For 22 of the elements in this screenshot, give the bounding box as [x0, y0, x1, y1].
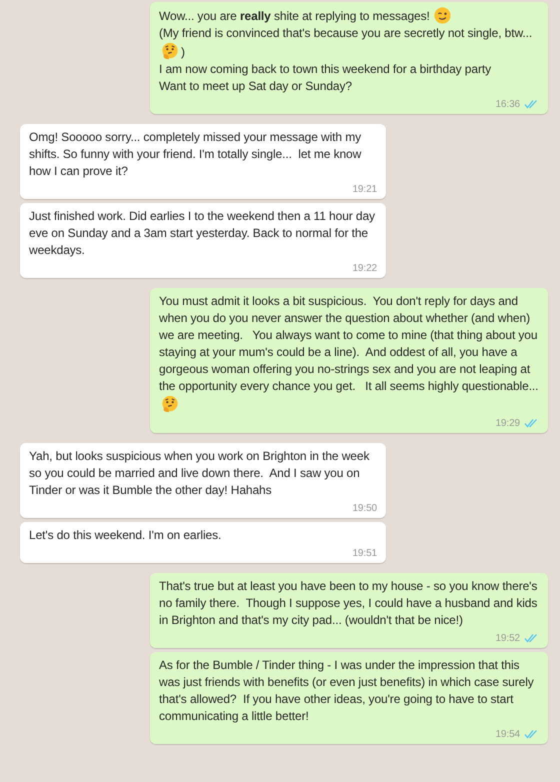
message-text: I am now coming back to town this weekend for a birthday party Want to meet up Sat day or Sunday? [159, 62, 492, 93]
message-text: ) [181, 45, 185, 59]
message-text: Omg! Sooooo sorry... completely missed your message with my shifts. So funny with your friend. I'm totally single... let me know how I can prove it? [29, 130, 362, 178]
message-time: 19:54 [495, 728, 520, 742]
message-time: 19:22 [352, 262, 377, 276]
thinking-face-icon [161, 395, 179, 413]
message-text: Just finished work. Did earlies I to the weekend then a 11 hour day eve on Sunday and a 3am start yesterday. Back to normal for the weekdays. [29, 209, 376, 257]
message-time: 19:21 [352, 182, 377, 196]
winking-face-icon [434, 7, 451, 24]
message-time: 16:36 [495, 98, 520, 112]
message-time: 19:52 [495, 632, 520, 646]
thinking-face-icon [161, 42, 179, 60]
message-text: (My friend is convinced that's because you are secretly not single, btw... [159, 26, 532, 40]
message-text: That's true but at least you have been to my house - so you know there's no family there. Though I suppose yes, I could have a husband and kids in Brighton and that's my city pad... (wouldn't that be nice!) [159, 579, 538, 627]
message-time: 19:29 [495, 416, 520, 430]
message-text: Wow... you are really shite at replying to messages! [159, 9, 430, 23]
message-text: Yah, but looks suspicious when you work on Brighton in the week so you could be married and live down there. And I saw you on Tinder or was it Bumble the other day! Hahahs [29, 449, 370, 497]
message-text: You must admit it looks a bit suspicious. You don't reply for days and when you do you never answer the question about whether (and when) we are meeting. You always want to come to mine (that thing about you staying at your mum's could be a line). And oddest of all, you have a gorgeous woman offering you no-strings sex and you are not leaping at the opportunity every chance you get. It all seems highly questionable... [159, 294, 540, 393]
message-time: 19:51 [352, 546, 377, 560]
message-text: As for the Bumble / Tinder thing - I was under the impression that this was just friends with benefits (or even just benefits) in which case surely that's allowed? If you have other ideas, you're going to have to start communicating a little better! [159, 658, 535, 723]
message-time: 19:50 [352, 502, 377, 516]
message-text: Let's do this weekend. I'm on earlies. [29, 528, 222, 542]
